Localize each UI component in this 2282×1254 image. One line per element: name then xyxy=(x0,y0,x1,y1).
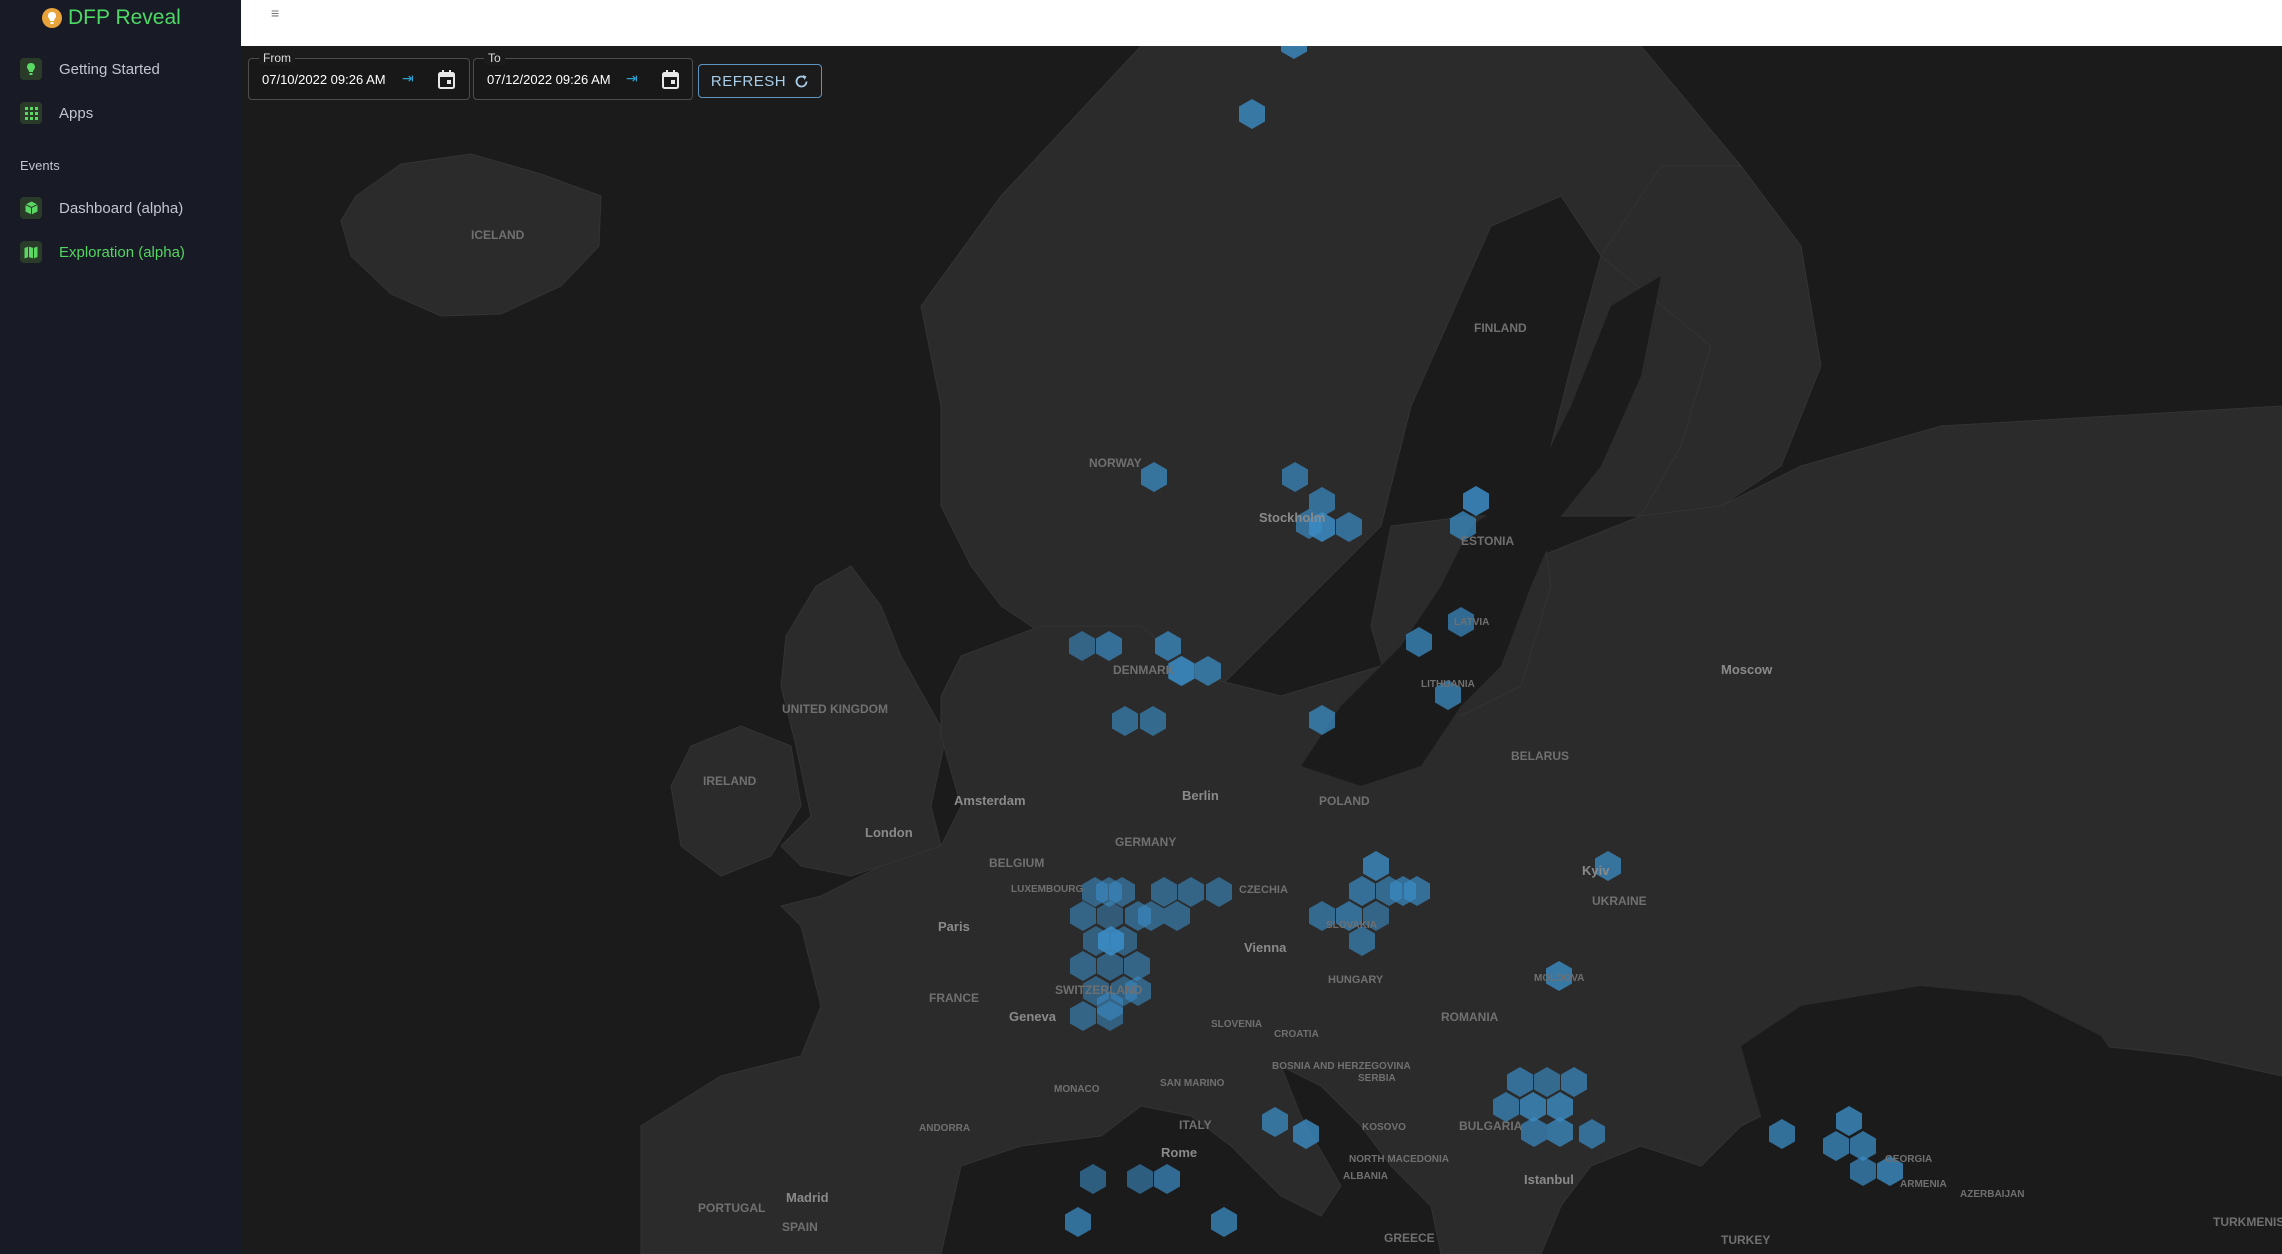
label-country: SERBIA xyxy=(1358,1073,1396,1084)
label-country: ICELAND xyxy=(471,228,525,242)
label-country: NORTH MACEDONIA xyxy=(1349,1154,1449,1165)
label-city: Vienna xyxy=(1244,940,1287,955)
label-country: UNITED KINGDOM xyxy=(782,702,888,716)
label-country: AZERBAIJAN xyxy=(1960,1189,2024,1200)
refresh-label: REFRESH xyxy=(710,72,787,90)
hamburger-icon[interactable]: ≡ xyxy=(271,5,279,21)
sidebar-item-label: Dashboard (alpha) xyxy=(59,199,184,217)
label-city: Amsterdam xyxy=(954,793,1026,808)
label-city: Istanbul xyxy=(1524,1172,1574,1187)
label-country: CROATIA xyxy=(1274,1029,1319,1040)
top-bar: ≡ xyxy=(241,0,2282,46)
clear-icon[interactable]: ⇥ xyxy=(402,70,414,87)
label-country: SWITZERLAND xyxy=(1055,983,1143,997)
label-country: DENMARK xyxy=(1113,663,1175,677)
label-country: ESTONIA xyxy=(1461,534,1514,548)
label-city: Kyiv xyxy=(1582,863,1610,878)
label-country: LUXEMBOURG xyxy=(1011,884,1083,895)
label-country: FINLAND xyxy=(1474,321,1527,335)
label-country: TURKMENIS xyxy=(2213,1215,2282,1229)
label-country: SLOVENIA xyxy=(1211,1019,1262,1030)
label-country: FRANCE xyxy=(929,991,979,1005)
label-country: SLOVAKIA xyxy=(1326,920,1377,931)
label-country: NORWAY xyxy=(1089,456,1142,470)
from-label: From xyxy=(259,51,295,65)
label-country: SAN MARINO xyxy=(1160,1078,1225,1089)
sidebar-item-getting-started[interactable]: Getting Started xyxy=(20,55,160,83)
label-country: CZECHIA xyxy=(1239,884,1288,896)
label-city: Stockholm xyxy=(1259,510,1325,525)
app-title: DFP Reveal xyxy=(68,6,181,29)
sidebar-item-label: Exploration (alpha) xyxy=(59,243,185,261)
label-country: HUNGARY xyxy=(1328,974,1384,986)
to-date-field[interactable]: To 07/12/2022 09:26 AM ⇥ xyxy=(473,51,693,100)
to-label: To xyxy=(484,51,505,65)
label-country: BOSNIA AND HERZEGOVINA xyxy=(1272,1061,1411,1072)
lightbulb-icon xyxy=(20,58,42,80)
label-country: KOSOVO xyxy=(1362,1122,1406,1133)
label-country: LITHUANIA xyxy=(1421,679,1475,690)
label-country: GREECE xyxy=(1384,1231,1435,1245)
label-country: ROMANIA xyxy=(1441,1010,1499,1024)
label-city: Paris xyxy=(938,919,970,934)
from-date-field[interactable]: From 07/10/2022 09:26 AM ⇥ xyxy=(248,51,470,100)
calendar-icon[interactable] xyxy=(438,70,455,89)
map-icon xyxy=(20,241,42,263)
label-country: GERMANY xyxy=(1115,835,1176,849)
label-country: BULGARIA xyxy=(1459,1119,1523,1133)
to-date-value[interactable]: 07/12/2022 09:26 AM xyxy=(487,72,611,87)
label-country: BELARUS xyxy=(1511,749,1569,763)
label-country: POLAND xyxy=(1319,794,1370,808)
sidebar-item-label: Apps xyxy=(59,104,94,122)
label-country: LATVIA xyxy=(1454,617,1489,628)
sidebar-item-dashboard[interactable]: Dashboard (alpha) xyxy=(20,194,183,222)
grid-icon xyxy=(20,102,42,124)
label-city: Geneva xyxy=(1009,1009,1057,1024)
label-country: PORTUGAL xyxy=(698,1201,765,1215)
sidebar: DFP Reveal Getting Started Apps Events D… xyxy=(0,0,241,1254)
label-city: Rome xyxy=(1161,1145,1197,1160)
sidebar-item-apps[interactable]: Apps xyxy=(20,99,93,127)
label-country: UKRAINE xyxy=(1592,894,1647,908)
label-country: IRELAND xyxy=(703,774,757,788)
label-city: London xyxy=(865,825,913,840)
sidebar-item-label: Getting Started xyxy=(59,60,160,78)
cube-icon xyxy=(20,197,42,219)
label-country: ALBANIA xyxy=(1343,1171,1388,1182)
label-city: Berlin xyxy=(1182,788,1219,803)
section-title-events: Events xyxy=(20,158,60,173)
sidebar-item-exploration[interactable]: Exploration (alpha) xyxy=(20,238,185,266)
label-city: Moscow xyxy=(1721,662,1773,677)
label-country: BELGIUM xyxy=(989,856,1044,870)
map[interactable]: ICELAND NORWAY FINLAND ESTONIA LATVIA LI… xyxy=(241,46,2282,1254)
label-country: ARMENIA xyxy=(1900,1179,1947,1190)
label-country: MOLDOVA xyxy=(1534,973,1584,984)
label-city: Madrid xyxy=(786,1190,829,1205)
label-country: ITALY xyxy=(1179,1118,1212,1132)
calendar-icon[interactable] xyxy=(662,70,679,89)
refresh-icon xyxy=(795,74,808,87)
label-country: ANDORRA xyxy=(919,1123,970,1134)
clear-icon[interactable]: ⇥ xyxy=(626,70,638,87)
label-country: TURKEY xyxy=(1721,1233,1770,1247)
from-date-value[interactable]: 07/10/2022 09:26 AM xyxy=(262,72,386,87)
refresh-button[interactable]: REFRESH xyxy=(698,64,822,98)
label-country: MONACO xyxy=(1054,1084,1100,1095)
brand[interactable]: DFP Reveal xyxy=(42,4,181,32)
logo-icon xyxy=(42,8,62,28)
label-country: GEORGIA xyxy=(1885,1154,1932,1165)
label-country: SPAIN xyxy=(782,1220,818,1234)
